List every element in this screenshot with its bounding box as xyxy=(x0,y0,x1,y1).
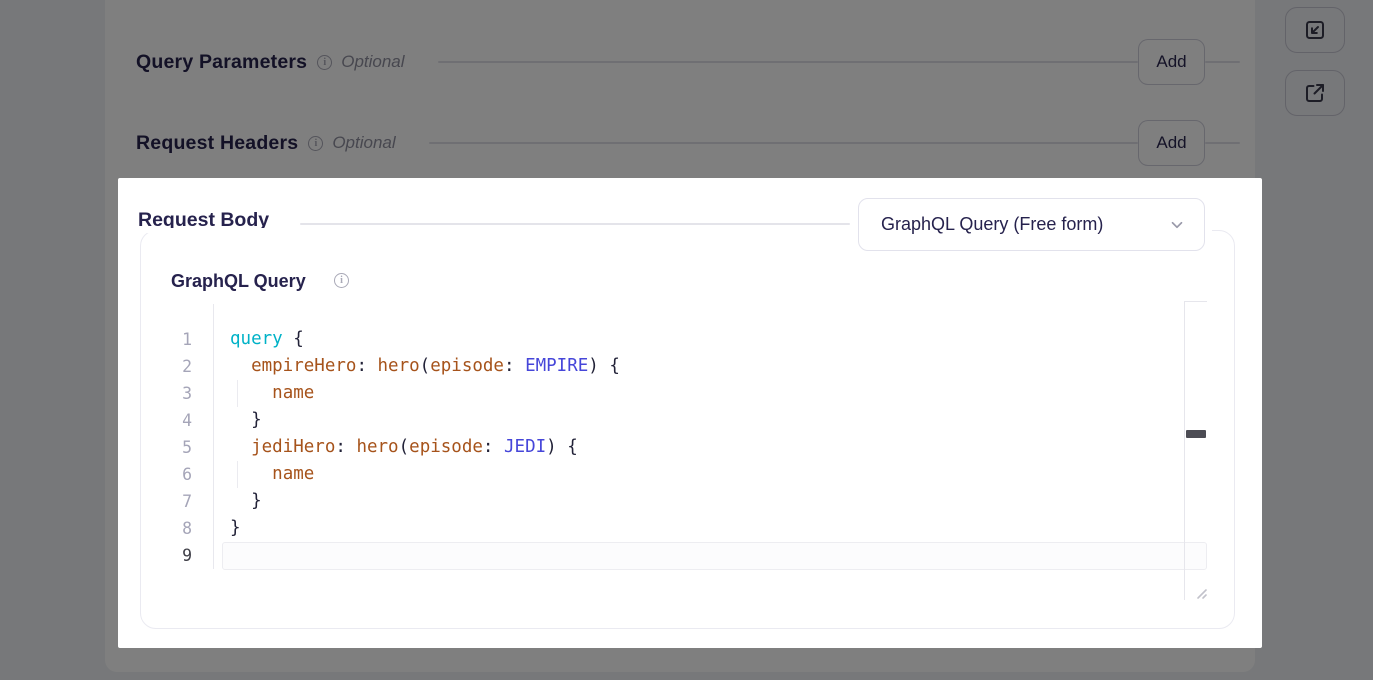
code-line[interactable]: 5 jediHero: hero(episode: JEDI) { xyxy=(158,434,1207,461)
resize-grip-icon[interactable] xyxy=(1192,584,1208,600)
line-number: 4 xyxy=(158,407,192,434)
info-icon[interactable]: i xyxy=(334,273,349,288)
line-number: 9 xyxy=(158,542,192,569)
scrollbar-thumb[interactable] xyxy=(1186,430,1206,438)
indent-guide xyxy=(237,461,238,488)
line-number: 6 xyxy=(158,461,192,488)
code-text: } xyxy=(230,407,262,434)
code-lines: 1query {2 empireHero: hero(episode: EMPI… xyxy=(158,326,1207,569)
graphql-query-label: GraphQL Query xyxy=(171,271,306,292)
chevron-down-icon xyxy=(1168,216,1186,234)
select-value: GraphQL Query (Free form) xyxy=(881,214,1168,235)
code-line[interactable]: 6 name xyxy=(158,461,1207,488)
line-number: 1 xyxy=(158,326,192,353)
code-line[interactable]: 2 empireHero: hero(episode: EMPIRE) { xyxy=(158,353,1207,380)
code-line[interactable]: 3 name xyxy=(158,380,1207,407)
code-line[interactable]: 4 } xyxy=(158,407,1207,434)
code-line[interactable]: 8} xyxy=(158,515,1207,542)
code-text: name xyxy=(230,380,314,407)
indent-guide xyxy=(237,380,238,407)
line-number: 5 xyxy=(158,434,192,461)
code-text: empireHero: hero(episode: EMPIRE) { xyxy=(230,353,620,380)
line-number: 7 xyxy=(158,488,192,515)
screen: Query Parameters i Optional Add Request … xyxy=(0,0,1373,680)
request-body-type-select[interactable]: GraphQL Query (Free form) xyxy=(858,198,1205,251)
request-body-panel: Request Body GraphQL Query (Free form) G… xyxy=(118,178,1262,648)
code-text: query { xyxy=(230,326,304,353)
code-text: } xyxy=(230,488,262,515)
line-number: 8 xyxy=(158,515,192,542)
code-line[interactable]: 1 query { xyxy=(158,326,1207,353)
code-text: } xyxy=(230,515,241,542)
line-number: 2 xyxy=(158,353,192,380)
scrollbar-track xyxy=(1184,301,1185,600)
code-text: name xyxy=(230,461,314,488)
scrollbar-track xyxy=(1184,301,1207,302)
line-number: 3 xyxy=(158,380,192,407)
code-text: jediHero: hero(episode: JEDI) { xyxy=(230,434,578,461)
code-line[interactable]: 7 } xyxy=(158,488,1207,515)
code-line[interactable]: 9 xyxy=(158,542,1207,569)
